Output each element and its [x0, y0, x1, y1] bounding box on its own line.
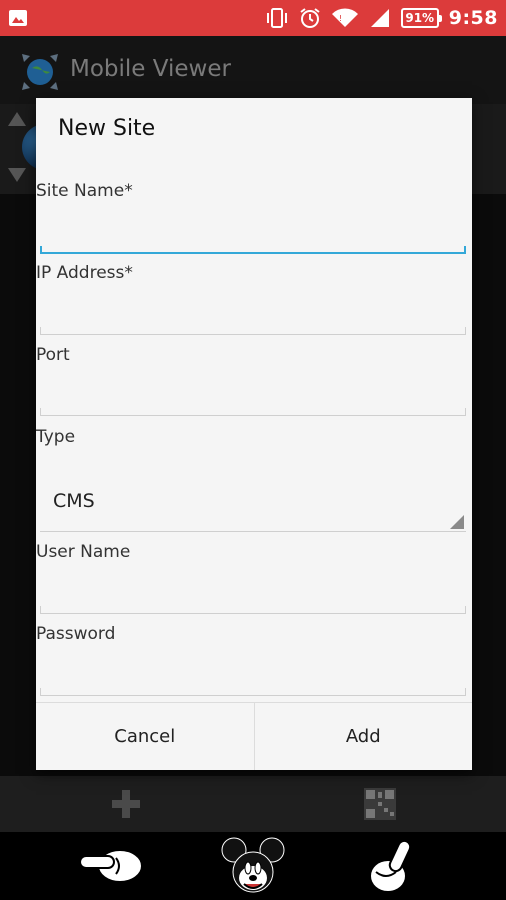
site-name-input[interactable]: [40, 214, 466, 254]
user-name-input-edge: [40, 606, 41, 614]
image-icon: [9, 10, 27, 26]
password-label: Password: [36, 624, 116, 644]
pointing-up-hand-icon[interactable]: [362, 836, 422, 896]
user-name-input-edge: [465, 606, 466, 614]
app-bar: Mobile Viewer: [0, 36, 506, 104]
port-input[interactable]: [40, 376, 466, 416]
port-label: Port: [36, 345, 70, 365]
mouse-mascot-icon[interactable]: [218, 836, 288, 896]
password-input-edge: [40, 688, 41, 696]
app-title: Mobile Viewer: [70, 56, 231, 82]
ip-address-input-edge: [40, 327, 41, 335]
pointing-left-hand-icon[interactable]: [76, 836, 146, 896]
user-name-label: User Name: [36, 542, 131, 562]
vibrate-icon: [266, 8, 287, 28]
status-time: 9:58: [448, 7, 498, 29]
signal-icon: [370, 9, 389, 27]
arrow-down-icon[interactable]: [8, 168, 26, 182]
new-site-dialog: New Site Site Name* IP Address* Port Typ…: [36, 98, 472, 770]
type-selected-value: CMS: [53, 490, 95, 512]
port-input-edge: [40, 408, 41, 416]
status-bar: ! 91% 9:58: [0, 0, 506, 36]
battery-icon: 91%: [400, 8, 442, 28]
ip-address-input-edge: [465, 327, 466, 335]
dropdown-triangle-icon: [450, 515, 464, 529]
site-name-label: Site Name*: [36, 181, 133, 201]
screen: ! 91% 9:58 Mobile Viewer New Site Site N…: [0, 0, 506, 900]
password-input-edge: [465, 688, 466, 696]
port-input-edge: [465, 408, 466, 416]
site-name-input-edge: [464, 246, 466, 254]
ip-address-input[interactable]: [40, 295, 466, 335]
site-name-input-edge: [40, 246, 42, 254]
user-name-input[interactable]: [40, 574, 466, 614]
dialog-title: New Site: [58, 116, 156, 141]
alarm-icon: [300, 8, 320, 28]
type-spinner[interactable]: CMS: [40, 476, 466, 532]
svg-text:!: !: [339, 14, 342, 23]
password-input[interactable]: [40, 656, 466, 696]
type-label: Type: [36, 427, 76, 447]
arrow-up-icon[interactable]: [8, 112, 26, 126]
plus-icon[interactable]: [110, 788, 142, 820]
qr-code-icon[interactable]: [364, 788, 396, 820]
cancel-button[interactable]: Cancel: [36, 703, 254, 770]
ip-address-label: IP Address*: [36, 263, 133, 283]
bottom-toolbar: [0, 776, 506, 832]
globe-icon: [22, 54, 58, 90]
status-icons: ! 91% 9:58: [265, 0, 498, 36]
add-button[interactable]: Add: [253, 703, 472, 770]
dialog-button-bar: Cancel Add: [36, 702, 472, 770]
mascot-bar: [0, 832, 506, 900]
wifi-icon: !: [331, 8, 358, 27]
